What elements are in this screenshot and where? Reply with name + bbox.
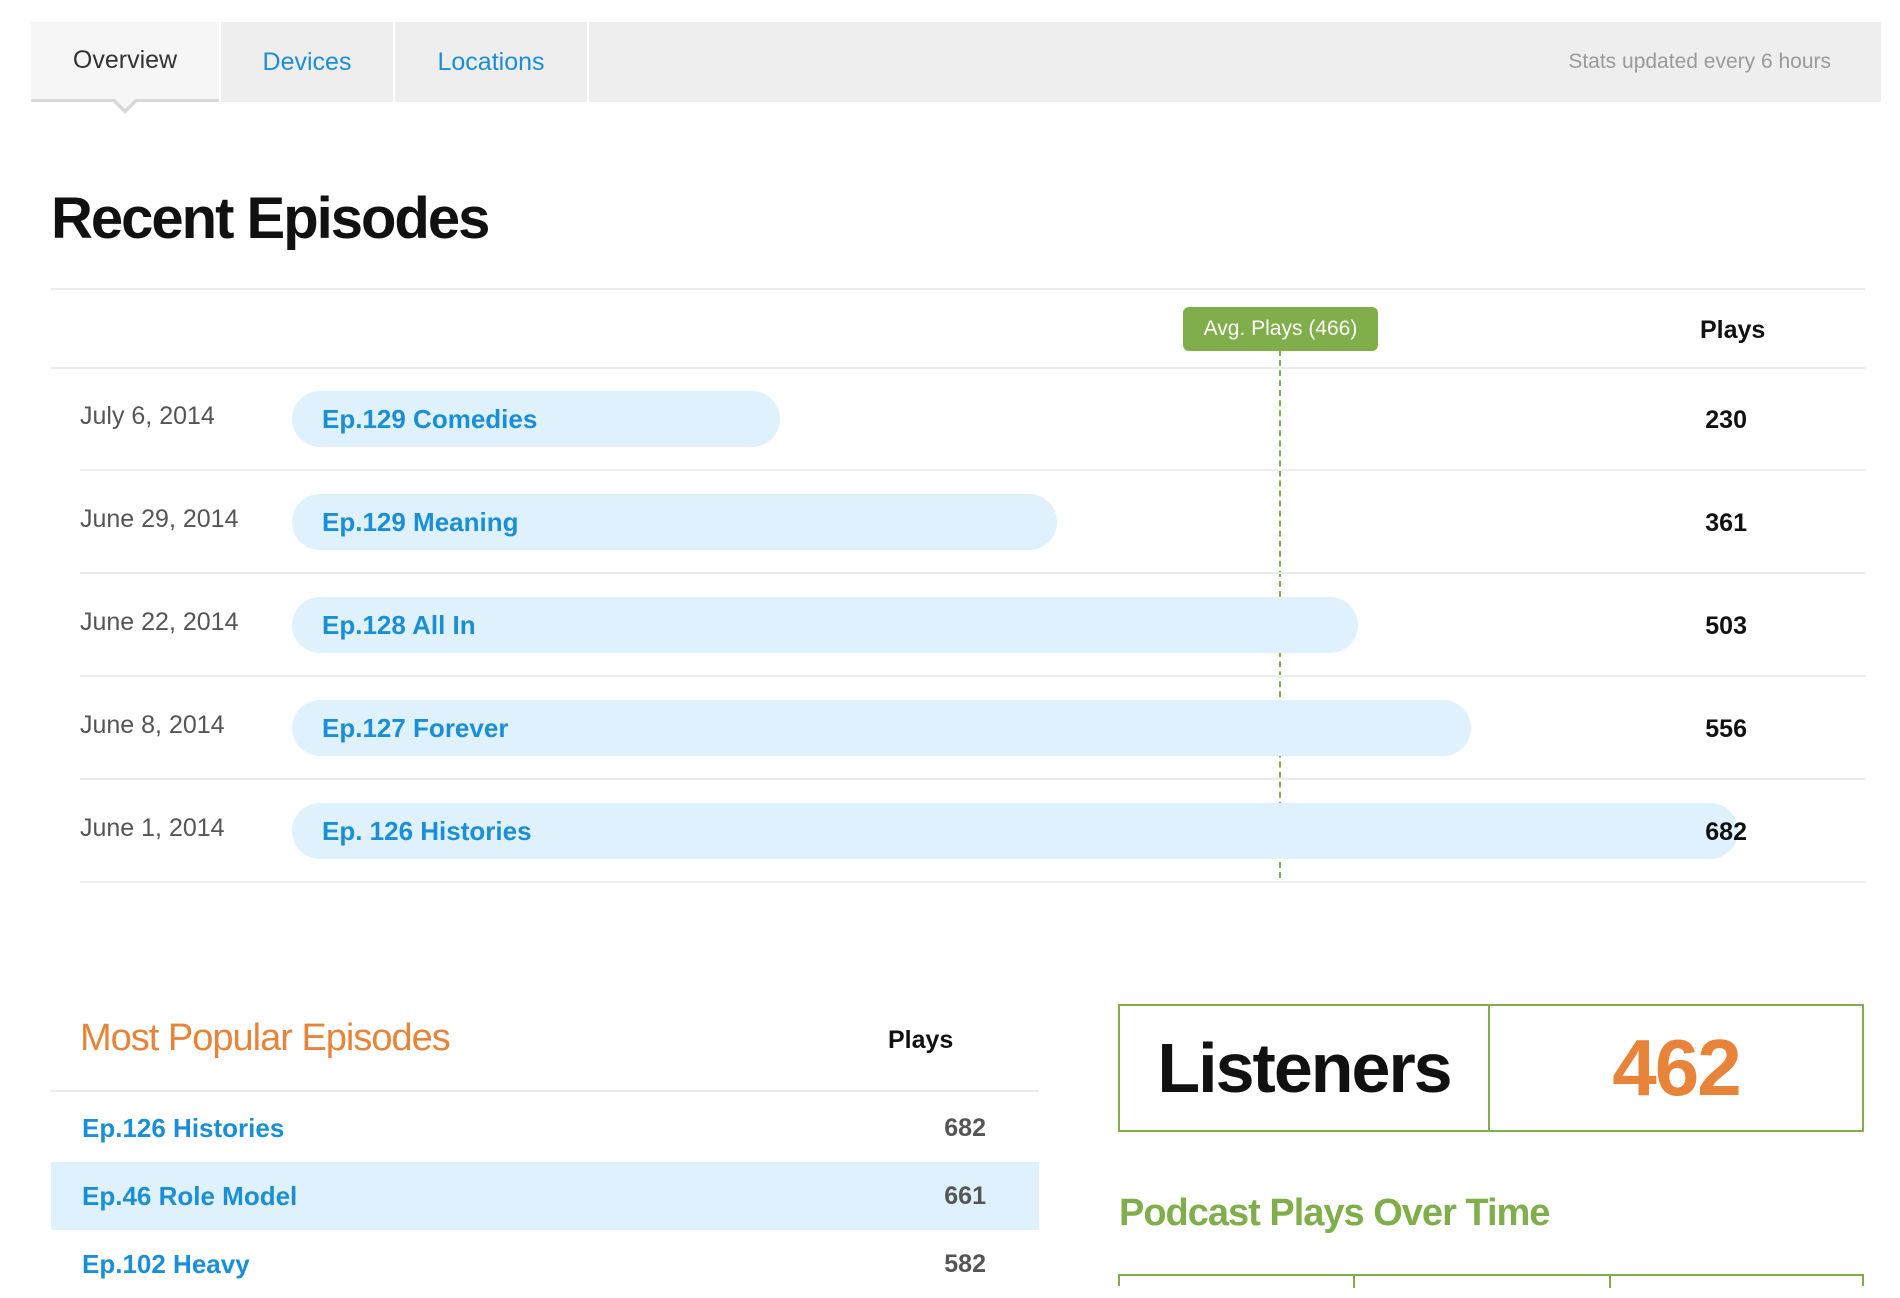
tab-overview[interactable]: Overview: [31, 22, 219, 114]
popular-episode-plays: 661: [944, 1181, 986, 1210]
most-popular-title: Most Popular Episodes: [80, 1017, 451, 1059]
episode-date: June 29, 2014: [80, 504, 239, 533]
episode-date: June 8, 2014: [80, 710, 225, 739]
tab-bar: Overview Devices Locations Stats updated…: [31, 22, 1881, 114]
popular-header-divider: [51, 1090, 1039, 1092]
row-divider: [80, 881, 1865, 883]
episode-plays-value: 503: [1705, 611, 1747, 640]
popular-episode-row[interactable]: Ep.126 Histories 682: [51, 1094, 1039, 1162]
row-divider: [80, 469, 1865, 471]
popular-episode-link[interactable]: Ep.126 Histories: [82, 1094, 284, 1162]
episode-title-link[interactable]: Ep. 126 Histories: [322, 803, 532, 859]
row-divider: [80, 778, 1865, 780]
popular-plays-header: Plays: [888, 1026, 954, 1054]
episode-plays-value: 556: [1705, 714, 1747, 743]
popular-episode-plays: 582: [944, 1249, 986, 1278]
plays-over-time-table: [1118, 1274, 1864, 1288]
tab-locations[interactable]: Locations: [395, 22, 587, 102]
episode-plays-value: 230: [1705, 405, 1747, 434]
plays-column-header: Plays: [1700, 316, 1766, 344]
section-divider: [51, 288, 1865, 290]
episode-plays-bar[interactable]: Ep.129 Comedies: [292, 391, 780, 447]
episode-plays-value: 361: [1705, 508, 1747, 537]
episode-date: June 1, 2014: [80, 813, 225, 842]
row-divider: [80, 675, 1865, 677]
tab-devices-label: Devices: [262, 47, 352, 76]
stats-update-note: Stats updated every 6 hours: [1568, 50, 1831, 73]
episode-title-link[interactable]: Ep.129 Comedies: [322, 391, 537, 447]
tab-devices[interactable]: Devices: [221, 22, 393, 102]
popular-episode-plays: 682: [944, 1113, 986, 1142]
episode-title-link[interactable]: Ep.129 Meaning: [322, 494, 519, 550]
episode-plays-bar[interactable]: Ep.127 Forever: [292, 700, 1471, 756]
plays-over-time-title: Podcast Plays Over Time: [1119, 1192, 1550, 1234]
episode-plays-bar[interactable]: Ep.129 Meaning: [292, 494, 1057, 550]
popular-episode-row[interactable]: Ep.46 Role Model 661: [51, 1162, 1039, 1230]
active-tab-caret: [113, 99, 137, 114]
listeners-label: Listeners: [1120, 1006, 1490, 1130]
row-divider: [80, 572, 1865, 574]
table-column-divider: [1353, 1276, 1355, 1288]
episode-plays-value: 682: [1705, 817, 1747, 846]
episode-row: July 6, 2014 Ep.129 Comedies 230: [80, 369, 1865, 471]
tab-overview-label: Overview: [72, 46, 178, 74]
listeners-count: 462: [1612, 1023, 1741, 1112]
popular-episode-link[interactable]: Ep.102 Heavy: [82, 1230, 250, 1298]
episode-date: July 6, 2014: [80, 401, 215, 430]
average-plays-badge: Avg. Plays (466): [1183, 307, 1378, 351]
listeners-stat-box: Listeners 462: [1118, 1004, 1864, 1132]
table-column-divider: [1609, 1276, 1611, 1288]
popular-episode-link[interactable]: Ep.46 Role Model: [82, 1162, 297, 1230]
episode-plays-bar[interactable]: Ep.128 All In: [292, 597, 1358, 653]
recent-episodes-title: Recent Episodes: [51, 186, 490, 251]
episode-title-link[interactable]: Ep.127 Forever: [322, 700, 508, 756]
popular-episode-row[interactable]: Ep.102 Heavy 582: [51, 1230, 1039, 1298]
tab-locations-label: Locations: [437, 47, 545, 76]
episode-title-link[interactable]: Ep.128 All In: [322, 597, 476, 653]
tab-divider: [587, 22, 589, 102]
episode-plays-bar[interactable]: Ep. 126 Histories: [292, 803, 1738, 859]
episode-row: June 1, 2014 Ep. 126 Histories 682: [80, 781, 1865, 883]
episode-date: June 22, 2014: [80, 607, 239, 636]
episode-row: June 29, 2014 Ep.129 Meaning 361: [80, 472, 1865, 574]
episode-row: June 22, 2014 Ep.128 All In 503: [80, 575, 1865, 677]
episode-row: June 8, 2014 Ep.127 Forever 556: [80, 678, 1865, 780]
